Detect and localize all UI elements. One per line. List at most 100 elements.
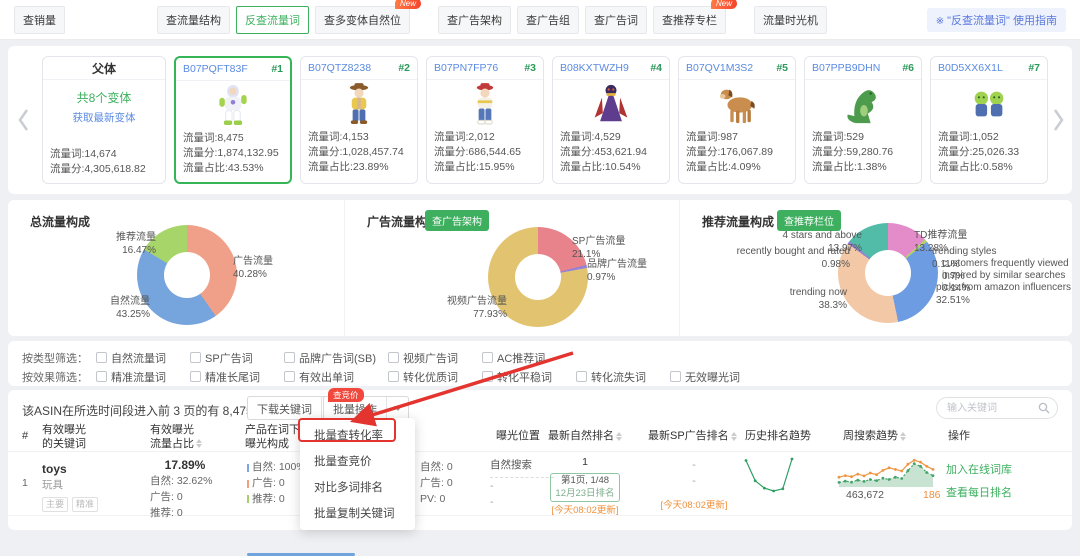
asin-link[interactable]: B07QV1M3S2 xyxy=(686,62,753,74)
variant-card-stats: 流量词:4,529 流量分:453,621.94 流量占比:10.54% xyxy=(553,128,669,176)
variant-card-3[interactable]: B07PN7FP76 #3 流量词:2,012 流量分:686,544.65 流量… xyxy=(426,56,544,184)
filter-effective-order[interactable]: 有效出单词 xyxy=(284,369,388,385)
sp-rank-dash: - xyxy=(692,474,696,487)
batch-actions-button[interactable]: 查竞价 批量操作 xyxy=(323,388,409,420)
checkbox[interactable] xyxy=(96,352,107,363)
variant-card-stats: 流量词:2,012 流量分:686,544.65 流量占比:15.95% xyxy=(427,128,543,176)
organic-rank-value: 1 xyxy=(582,456,588,468)
filter-sb-ad-keywords[interactable]: 品牌广告词(SB) xyxy=(284,350,388,366)
share-ad: 广告: 0 xyxy=(150,490,183,503)
view-recommend-slots-button[interactable]: 查推荐栏位 xyxy=(777,210,841,231)
checkbox[interactable] xyxy=(284,371,295,382)
new-badge: New xyxy=(394,0,421,9)
keyword-tag: 主要 xyxy=(42,496,69,513)
tab-ad-structure[interactable]: 查广告架构 xyxy=(438,5,511,34)
sp-rank-cell: - - [今天08:02更新] xyxy=(656,458,732,513)
new-badge: New xyxy=(710,0,737,9)
buy-natural: 自然: 0 xyxy=(420,461,453,473)
checkbox[interactable] xyxy=(284,352,295,363)
tab-ad-keyword[interactable]: 查广告词 xyxy=(585,5,647,34)
search-icon xyxy=(1038,402,1050,414)
stat-keywords: 流量词:4,529 xyxy=(560,131,621,143)
scroll-right-icon[interactable] xyxy=(1050,102,1066,138)
variant-card-2[interactable]: B07QTZ8238 #2 流量词:4,153 流量分:1,028,457.74 … xyxy=(300,56,418,184)
tab-sales[interactable]: 查销量 xyxy=(14,5,65,34)
batch-dropdown-caret[interactable] xyxy=(386,397,408,419)
sp-rank-dash: - xyxy=(692,459,696,471)
asin-link[interactable]: B07PQFT83F xyxy=(183,63,248,75)
tab-traffic-structure[interactable]: 查流量结构 xyxy=(157,5,230,34)
usage-guide-link[interactable]: ※ "反查流量词" 使用指南 xyxy=(926,7,1066,32)
menu-item-batch-bid-check[interactable]: 批量查竞价 xyxy=(300,448,415,474)
parent-variant-card[interactable]: 父体 共8个变体 获取最新变体 流量词:14,674 流量分:4,305,618… xyxy=(42,56,166,184)
variant-card-6[interactable]: B07PPB9DHN #6 流量词:529 流量分:59,280.76 流量占比:… xyxy=(804,56,922,184)
scroll-left-icon[interactable] xyxy=(16,102,32,138)
filter-video-ad-keywords[interactable]: 视频广告词 xyxy=(388,350,482,366)
expo-natural: 自然: 100% xyxy=(252,461,306,473)
checkbox[interactable] xyxy=(670,371,681,382)
filter-precise-longtail[interactable]: 精准长尾词 xyxy=(190,369,284,385)
checkbox[interactable] xyxy=(576,371,587,382)
asin-link[interactable]: B0D5XX6X1L xyxy=(938,62,1003,74)
ad-tick xyxy=(247,479,249,488)
tab-traffic-time-machine[interactable]: 流量时光机 xyxy=(754,5,827,34)
filter-conversion-stable[interactable]: 转化平稳词 xyxy=(482,369,576,385)
filter-sp-ad-keywords[interactable]: SP广告词 xyxy=(190,350,284,366)
recommend-traffic-chart: 推荐流量构成 查推荐栏位 4 stars and above 13.97% rec… xyxy=(680,200,1072,336)
filter-invalid-exposure[interactable]: 无效曝光词 xyxy=(670,369,764,385)
variant-card-5[interactable]: B07QV1M3S2 #5 流量词:987 流量分:176,067.89 流量占比… xyxy=(678,56,796,184)
checkbox[interactable] xyxy=(190,371,201,382)
variant-card-1[interactable]: B07PQFT83F #1 流量词:8,475 流量分:1,874,132.95 … xyxy=(174,56,292,184)
checkbox[interactable] xyxy=(190,352,201,363)
variant-card-4[interactable]: B08KXTWZH9 #4 流量词:4,529 流量分:453,621.94 流量… xyxy=(552,56,670,184)
asin-link[interactable]: B07PN7FP76 xyxy=(434,62,498,74)
top-tab-bar: 查销量 查流量结构 反查流量词 查多变体自然位 New 查广告架构 查广告组 查… xyxy=(0,0,1080,40)
tab-multi-variant-organic[interactable]: 查多变体自然位 New xyxy=(315,0,421,34)
filter-ac-recommend-keywords[interactable]: AC推荐词 xyxy=(482,350,576,366)
actions-cell: 加入在线词库 查看每日排名 xyxy=(946,462,1012,507)
tab-reverse-keyword[interactable]: 反查流量词 xyxy=(236,5,309,34)
asin-link[interactable]: B08KXTWZH9 xyxy=(560,62,629,74)
add-to-word-library-link[interactable]: 加入在线词库 xyxy=(946,462,1012,479)
chevron-down-icon xyxy=(393,405,402,411)
filter-natural-keywords[interactable]: 自然流量词 xyxy=(96,350,190,366)
menu-item-batch-conversion-rate[interactable]: 批量查转化率 xyxy=(300,422,415,448)
checkbox[interactable] xyxy=(388,352,399,363)
stat-share: 流量占比:4.09% xyxy=(686,161,761,174)
filter-precise-traffic[interactable]: 精准流量词 xyxy=(96,369,190,385)
sort-icon[interactable] xyxy=(900,431,906,441)
checkbox[interactable] xyxy=(482,352,493,363)
keyword-text: toys xyxy=(42,462,67,476)
rec-tick xyxy=(247,495,249,504)
weekly-trend-chart xyxy=(837,458,935,487)
download-button-label[interactable]: 下载关键词 xyxy=(248,397,321,419)
filter-conversion-quality[interactable]: 转化优质词 xyxy=(388,369,482,385)
stat-share: 流量占比:23.89% xyxy=(308,161,389,174)
variant-card-7[interactable]: B0D5XX6X1L #7 流量词:1,052 流量分:25,026.33 流量占… xyxy=(930,56,1048,184)
checkbox[interactable] xyxy=(388,371,399,382)
view-ad-structure-button[interactable]: 查广告架构 xyxy=(425,210,489,231)
tab-ad-group[interactable]: 查广告组 xyxy=(517,5,579,34)
rank-badge: #7 xyxy=(1028,62,1040,74)
checkbox[interactable] xyxy=(482,371,493,382)
sort-icon[interactable] xyxy=(730,431,737,441)
rank-history-sparkline xyxy=(744,457,794,493)
sort-icon[interactable] xyxy=(196,439,202,449)
guide-icon: ※ xyxy=(935,15,945,27)
expo-recommend: 推荐: 0 xyxy=(252,492,285,505)
variant-count: 共8个变体 xyxy=(76,91,132,105)
view-daily-rank-link[interactable]: 查看每日排名 xyxy=(946,485,1012,502)
tab-recommend-column[interactable]: 查推荐专栏 New xyxy=(653,0,737,34)
refresh-variants-link[interactable]: 获取最新变体 xyxy=(43,110,165,125)
menu-item-compare-rankings[interactable]: 对比多词排名 xyxy=(300,474,415,500)
checkbox[interactable] xyxy=(96,371,107,382)
sort-icon[interactable] xyxy=(616,431,622,441)
menu-item-batch-copy-keywords[interactable]: 批量复制关键词 xyxy=(300,500,415,526)
tab-label: 查多变体自然位 xyxy=(324,14,401,27)
batch-actions-menu: 批量查转化率 批量查竞价 对比多词排名 批量复制关键词 xyxy=(300,418,415,530)
filter-conversion-loss[interactable]: 转化流失词 xyxy=(576,369,670,385)
asin-link[interactable]: B07QTZ8238 xyxy=(308,62,371,74)
asin-link[interactable]: B07PPB9DHN xyxy=(812,62,880,74)
product-image-jessie xyxy=(427,80,543,128)
stat-keywords: 流量词:8,475 xyxy=(183,132,244,144)
